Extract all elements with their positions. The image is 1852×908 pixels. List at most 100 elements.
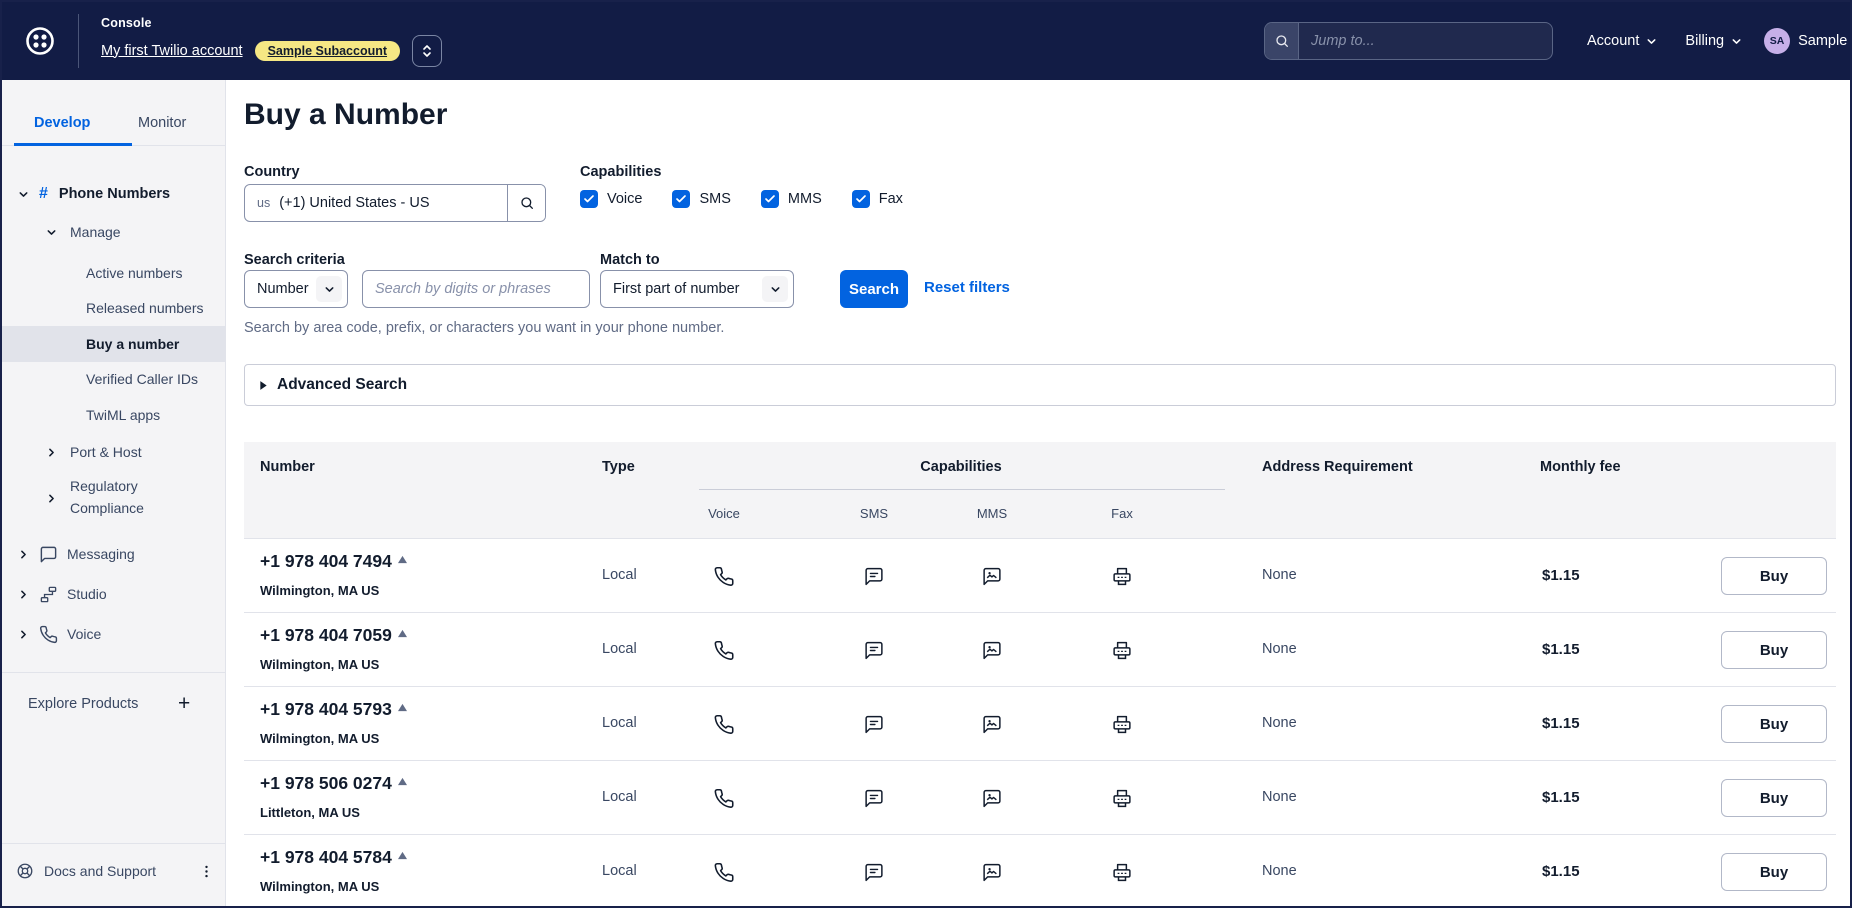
checkbox-mms[interactable]: MMS [761,190,822,208]
search-icon[interactable] [1265,23,1299,59]
monthly-fee: $1.15 [1542,641,1580,658]
user-menu[interactable]: SA Sample [1764,28,1852,54]
number-location: Wilmington, MA US [260,879,408,894]
number-type: Local [602,567,637,583]
sidebar-item-twiml-apps[interactable]: TwiML apps [2,397,225,433]
avatar: SA [1764,28,1790,54]
phone-number-link[interactable]: +1 978 404 7494 [260,551,392,571]
address-requirement: None [1262,641,1297,657]
address-requirement: None [1262,863,1297,879]
voice-capability-icon [714,566,735,592]
buy-button[interactable]: Buy [1721,631,1827,669]
chevron-down-icon [316,276,342,302]
disclosure-triangle-icon [259,380,268,391]
number-location: Littleton, MA US [260,805,408,820]
billing-menu[interactable]: Billing [1685,33,1742,49]
up-down-chevron-icon [421,43,433,59]
fax-capability-icon [1112,640,1133,666]
chevron-right-icon [46,447,57,458]
search-button[interactable]: Search [840,270,908,308]
monthly-fee: $1.15 [1542,567,1580,584]
chevron-right-icon [18,629,29,640]
fax-capability-icon [1112,714,1133,740]
subcol-sms: SMS [860,506,888,521]
hash-icon: # [39,185,48,203]
explore-products-button[interactable]: Explore Products + [2,686,225,722]
buy-button[interactable]: Buy [1721,853,1827,891]
account-menu[interactable]: Account [1587,33,1657,49]
sidebar-item-voice[interactable]: Voice [2,616,225,652]
phone-number-link[interactable]: +1 978 404 7059 [260,625,392,645]
phone-number-link[interactable]: +1 978 404 5784 [260,847,392,867]
sidebar-item-regulatory-compliance[interactable]: Regulatory Compliance [2,472,225,524]
number-location: Wilmington, MA US [260,657,408,672]
table-row: +1 978 404 7494 Wilmington, MA US Local … [244,539,1836,613]
address-requirement: None [1262,567,1297,583]
docs-and-support[interactable]: Docs and Support [2,856,225,886]
reset-filters-link[interactable]: Reset filters [924,279,1010,296]
digits-search-input[interactable] [362,270,590,308]
sidebar-item-messaging[interactable]: Messaging [2,536,225,572]
account-name-link[interactable]: My first Twilio account [101,43,243,59]
number-type: Local [602,789,637,805]
monthly-fee: $1.15 [1542,715,1580,732]
triangle-up-icon [397,629,408,638]
phone-number-link[interactable]: +1 978 404 5793 [260,699,392,719]
sidebar-item-active-numbers[interactable]: Active numbers [2,255,225,291]
capabilities-filter: Voice SMS MMS Fax [580,190,933,208]
buy-button[interactable]: Buy [1721,705,1827,743]
number-type: Local [602,715,637,731]
advanced-search-expander[interactable]: Advanced Search [244,364,1836,406]
capabilities-header-divider [699,489,1225,490]
buy-button[interactable]: Buy [1721,779,1827,817]
phone-number-link[interactable]: +1 978 506 0274 [260,773,392,793]
search-criteria-label: Search criteria [244,252,345,268]
subaccount-badge[interactable]: Sample Subaccount [255,41,400,61]
country-combobox[interactable]: us (+1) United States - US [244,184,546,222]
sidebar-item-port-and-host[interactable]: Port & Host [2,434,225,470]
col-number: Number [260,459,315,475]
account-switcher-button[interactable] [412,35,442,67]
checkbox-voice[interactable]: Voice [580,190,642,208]
monthly-fee: $1.15 [1542,863,1580,880]
table-row: +1 978 506 0274 Littleton, MA US Local N… [244,761,1836,835]
triangle-up-icon [397,777,408,786]
search-criteria-select[interactable]: Number [244,270,348,308]
mms-capability-icon [982,640,1003,666]
life-ring-icon [16,862,34,880]
table-header: Number Type Capabilities Address Require… [244,442,1836,539]
sidebar-item-manage[interactable]: Manage [2,214,225,250]
checkbox-sms[interactable]: SMS [672,190,730,208]
mms-capability-icon [982,862,1003,888]
plus-icon: + [178,692,190,716]
country-search-button[interactable] [507,185,545,221]
jump-to-input[interactable] [1299,23,1552,59]
mms-capability-icon [982,714,1003,740]
table-row: +1 978 404 5784 Wilmington, MA US Local … [244,835,1836,908]
active-tab-underline [14,143,132,146]
checked-checkbox-icon [672,190,690,208]
number-location: Wilmington, MA US [260,583,408,598]
search-helper-text: Search by area code, prefix, or characte… [244,320,724,336]
chevron-right-icon [18,549,29,560]
chevron-right-icon [46,493,57,504]
sms-capability-icon [864,788,885,814]
sidebar-item-buy-a-number[interactable]: Buy a number [2,326,225,362]
match-to-select[interactable]: First part of number [600,270,794,308]
sidebar-item-studio[interactable]: Studio [2,576,225,612]
sidebar-item-released-numbers[interactable]: Released numbers [2,290,225,326]
tab-develop[interactable]: Develop [34,115,90,131]
country-value: (+1) United States - US [279,195,429,211]
address-requirement: None [1262,789,1297,805]
checkbox-fax[interactable]: Fax [852,190,903,208]
phone-handset-icon [39,625,58,644]
chevron-down-icon [1731,36,1742,47]
sms-capability-icon [864,862,885,888]
twilio-logo-icon[interactable] [24,25,56,57]
kebab-menu-icon[interactable] [198,863,215,880]
sidebar-item-verified-caller-ids[interactable]: Verified Caller IDs [2,361,225,397]
buy-button[interactable]: Buy [1721,557,1827,595]
sidebar-item-phone-numbers[interactable]: # Phone Numbers [2,176,225,212]
checked-checkbox-icon [852,190,870,208]
tab-monitor[interactable]: Monitor [138,115,186,131]
